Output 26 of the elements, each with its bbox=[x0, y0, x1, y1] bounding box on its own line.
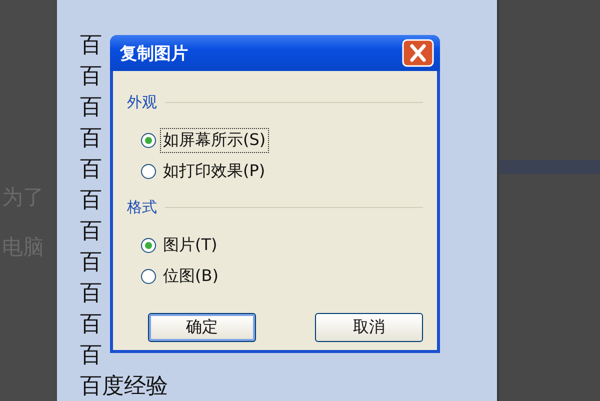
radio-label[interactable]: 位图(B) bbox=[160, 264, 222, 289]
dialog-button[interactable]: 取消 bbox=[315, 313, 423, 342]
dialog-title: 复制图片 bbox=[120, 42, 188, 64]
radio-label[interactable]: 图片(T) bbox=[160, 233, 220, 258]
text-line: 百 bbox=[80, 342, 102, 368]
radio-label[interactable]: 如打印效果(P) bbox=[160, 159, 268, 184]
text-line: 百 bbox=[80, 250, 102, 276]
text-line: 百 bbox=[80, 218, 102, 244]
dialog-button[interactable]: 确定 bbox=[148, 313, 256, 342]
radio-button[interactable] bbox=[141, 164, 156, 179]
text-line: 百 bbox=[80, 94, 102, 120]
text-line: 百 bbox=[80, 188, 102, 214]
text-line: 百 bbox=[80, 280, 102, 306]
group-label: 外观 bbox=[127, 93, 157, 112]
radio-button[interactable] bbox=[141, 269, 156, 284]
radio-button[interactable] bbox=[141, 238, 156, 253]
group-label: 格式 bbox=[127, 198, 157, 217]
text-line: 百 bbox=[80, 126, 102, 152]
close-icon[interactable] bbox=[402, 39, 434, 67]
text-line: 百 bbox=[80, 312, 102, 338]
radio-label[interactable]: 如屏幕所示(S) bbox=[160, 128, 269, 153]
text-line: 百 bbox=[80, 32, 102, 58]
text-line: 百 bbox=[80, 64, 102, 90]
text-line: 百度经验 bbox=[80, 374, 168, 400]
text-line: 百 bbox=[80, 156, 102, 182]
radio-button[interactable] bbox=[141, 133, 156, 148]
